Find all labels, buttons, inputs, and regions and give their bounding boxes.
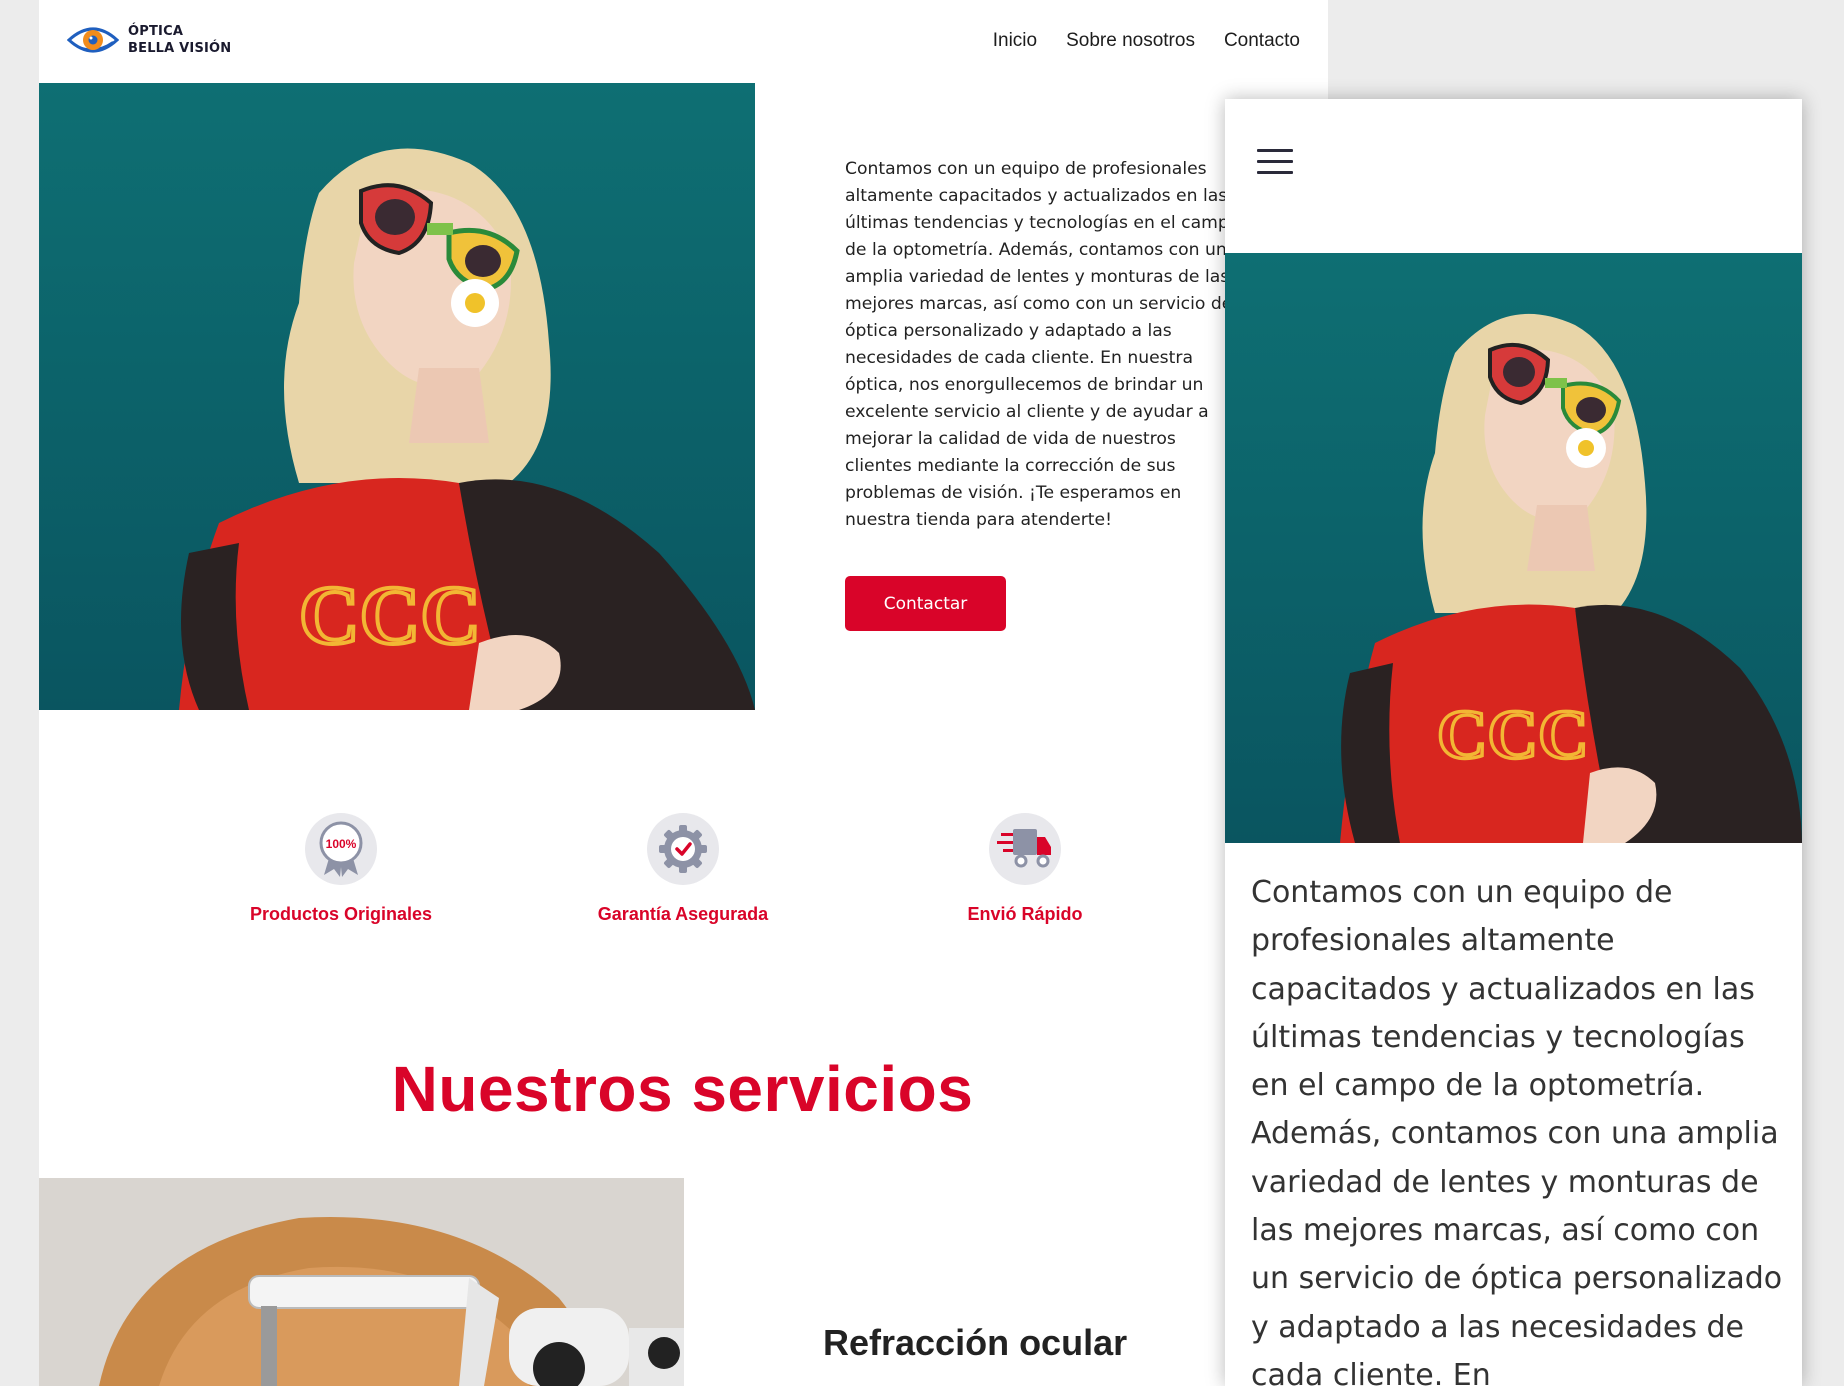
logo-text: ÓPTICA BELLA VISIÓN xyxy=(128,23,231,57)
logo-line-1: ÓPTICA xyxy=(128,24,184,39)
services-title: Nuestros servicios xyxy=(391,1053,974,1125)
hamburger-menu-icon[interactable] xyxy=(1257,149,1293,175)
logo-line-2: BELLA VISIÓN xyxy=(128,41,232,56)
svg-text:CCC: CCC xyxy=(1437,697,1589,774)
service-title-refraction: Refracción ocular xyxy=(823,1322,1128,1363)
feature-label-guarantee: Garantía Asegurada xyxy=(597,904,769,924)
hero-photo: CCC xyxy=(39,83,755,710)
mobile-mockup: CCC Contamos con un equipo de profesiona… xyxy=(1225,99,1802,1386)
nav-link-contacto[interactable]: Contacto xyxy=(1224,30,1300,52)
badge-text: 100% xyxy=(326,837,357,851)
delivery-truck-icon xyxy=(989,813,1061,885)
main-nav: Inicio Sobre nosotros Contacto xyxy=(993,30,1300,52)
svg-text:CCC: CCC xyxy=(299,569,481,662)
header: ÓPTICA BELLA VISIÓN Inicio Sobre nosotro… xyxy=(39,0,1328,83)
nav-link-inicio[interactable]: Inicio xyxy=(993,30,1037,52)
service-photo-refraction xyxy=(39,1178,684,1386)
services-section-header: Nuestros servicios xyxy=(39,1052,1328,1126)
badge-100-icon: 100% xyxy=(305,813,377,885)
mobile-hero-photo: CCC xyxy=(1225,253,1802,843)
feature-label-shipping: Envió Rápido xyxy=(967,904,1083,924)
feature-original-products: 100% Productos Originales xyxy=(211,813,471,925)
eye-logo-icon xyxy=(67,27,119,53)
desktop-mockup: ÓPTICA BELLA VISIÓN Inicio Sobre nosotro… xyxy=(39,0,1328,1386)
logo[interactable]: ÓPTICA BELLA VISIÓN xyxy=(67,20,231,60)
hero-paragraph: Contamos con un equipo de profesionales … xyxy=(845,159,1240,530)
feature-label-original: Productos Originales xyxy=(249,904,433,924)
contact-button[interactable]: Contactar xyxy=(845,576,1006,631)
feature-fast-shipping: Envió Rápido xyxy=(895,813,1155,925)
feature-guarantee: Garantía Asegurada xyxy=(553,813,813,925)
gear-check-icon xyxy=(647,813,719,885)
nav-link-sobre-nosotros[interactable]: Sobre nosotros xyxy=(1066,30,1195,52)
mobile-paragraph: Contamos con un equipo de profesionales … xyxy=(1251,875,1783,1386)
